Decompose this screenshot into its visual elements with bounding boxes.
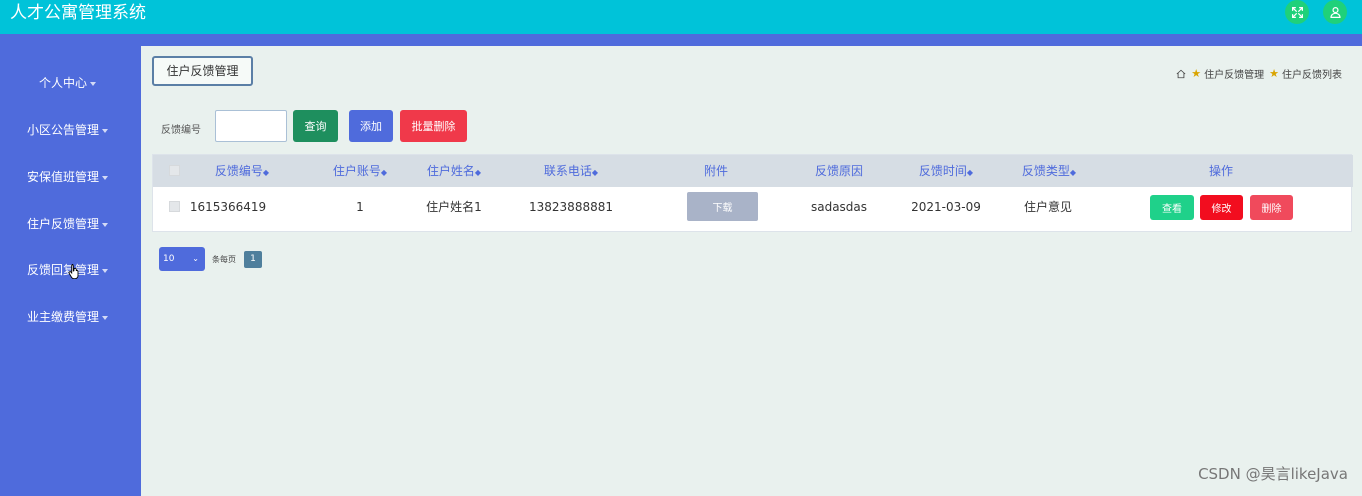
cell-feedback-no: 1615366419 — [189, 200, 267, 214]
column-header-account[interactable]: 住户账号◆ — [333, 155, 387, 187]
column-header-attachment: 附件 — [703, 164, 729, 178]
sort-icon: ◆ — [380, 168, 388, 177]
sort-icon: ◆ — [591, 168, 599, 177]
home-icon[interactable] — [1176, 69, 1186, 79]
select-all-checkbox[interactable] — [169, 165, 180, 176]
cell-account: 1 — [356, 200, 364, 214]
star-icon: ★ — [1191, 67, 1202, 80]
sidebar-item-announcements[interactable]: 小区公告管理 — [0, 115, 141, 145]
chevron-down-icon — [102, 315, 109, 320]
table-header: 反馈编号◆ 住户账号◆ 住户姓名◆ 联系电话◆ 附件 反馈原因 反馈时间◆ 反馈… — [153, 155, 1353, 187]
cell-reason: sadasdas — [810, 200, 868, 214]
sort-icon: ◆ — [474, 168, 482, 177]
sidebar-item-label: 安保值班管理 — [27, 170, 100, 184]
chevron-down-icon — [102, 222, 109, 227]
column-header-type[interactable]: 反馈类型◆ — [1022, 155, 1076, 187]
sidebar-item-label: 小区公告管理 — [27, 123, 100, 137]
view-button[interactable]: 查看 — [1150, 195, 1194, 220]
cell-phone: 13823888881 — [529, 200, 613, 214]
chevron-down-icon — [102, 175, 109, 180]
feedback-no-input[interactable] — [215, 110, 287, 142]
breadcrumb-item: 住户反馈列表 — [1282, 70, 1342, 81]
page-number-button[interactable]: 1 — [244, 251, 262, 268]
user-button[interactable] — [1323, 0, 1347, 24]
sidebar-item-label: 反馈回复管理 — [27, 263, 100, 277]
filter-label: 反馈编号 — [161, 125, 201, 136]
sidebar-item-security-duty[interactable]: 安保值班管理 — [0, 162, 141, 192]
cell-type: 住户意见 — [1023, 200, 1073, 214]
chevron-down-icon — [102, 268, 109, 273]
sidebar-item-label: 个人中心 — [39, 76, 88, 90]
sidebar-item-resident-feedback[interactable]: 住户反馈管理 — [0, 209, 141, 239]
column-header-feedback-no[interactable]: 反馈编号◆ — [215, 155, 269, 187]
chevron-down-icon: ⌄ — [192, 254, 199, 263]
header-divider — [0, 34, 1362, 46]
hand-cursor-icon — [68, 264, 79, 279]
row-checkbox[interactable] — [169, 201, 180, 212]
column-header-phone[interactable]: 联系电话◆ — [544, 155, 598, 187]
column-header-reason: 反馈原因 — [814, 164, 864, 178]
search-button[interactable]: 查询 — [293, 110, 338, 142]
user-icon — [1329, 6, 1341, 18]
sidebar-item-personal-center[interactable]: 个人中心 — [0, 68, 141, 98]
breadcrumb-item[interactable]: 住户反馈管理 — [1204, 66, 1264, 81]
star-icon: ★ — [1269, 67, 1279, 80]
sidebar-item-label: 住户反馈管理 — [27, 217, 100, 231]
column-header-name[interactable]: 住户姓名◆ — [427, 155, 481, 187]
edit-button[interactable]: 修改 — [1200, 195, 1243, 220]
page-size-select[interactable]: 10 ⌄ — [159, 247, 205, 271]
per-page-label: 条每页 — [212, 255, 236, 264]
top-header: 人才公寓管理系统 — [0, 0, 1362, 34]
fullscreen-button[interactable] — [1285, 0, 1309, 24]
download-button[interactable]: 下载 — [687, 192, 758, 221]
chevron-down-icon — [102, 128, 109, 133]
add-button[interactable]: 添加 — [349, 110, 393, 142]
cell-name: 住户姓名1 — [426, 200, 482, 214]
app-title: 人才公寓管理系统 — [10, 3, 146, 23]
watermark: CSDN @昊言likeJava — [1198, 465, 1348, 483]
sort-icon: ◆ — [1069, 168, 1077, 177]
delete-button[interactable]: 删除 — [1250, 195, 1293, 220]
feedback-table: 反馈编号◆ 住户账号◆ 住户姓名◆ 联系电话◆ 附件 反馈原因 反馈时间◆ 反馈… — [152, 154, 1353, 232]
main-content: 住户反馈管理 ★ 住户反馈管理 ★ 住户反馈列表 反馈编号 查询 添加 批量删除… — [141, 46, 1362, 496]
column-header-time[interactable]: 反馈时间◆ — [919, 155, 973, 187]
sort-icon: ◆ — [262, 168, 270, 177]
page-size-value: 10 — [163, 254, 175, 264]
sidebar-item-label: 业主缴费管理 — [27, 310, 100, 324]
page-title-tab[interactable]: 住户反馈管理 — [152, 56, 253, 86]
column-header-actions: 操作 — [1208, 164, 1234, 178]
sidebar-item-owner-payment[interactable]: 业主缴费管理 — [0, 302, 141, 332]
chevron-down-icon — [90, 81, 97, 86]
expand-icon — [1291, 6, 1303, 18]
sort-icon: ◆ — [966, 168, 974, 177]
batch-delete-button[interactable]: 批量删除 — [400, 110, 467, 142]
cell-time: 2021-03-09 — [911, 200, 981, 214]
breadcrumb: ★ 住户反馈管理 ★ 住户反馈列表 — [1176, 66, 1342, 81]
